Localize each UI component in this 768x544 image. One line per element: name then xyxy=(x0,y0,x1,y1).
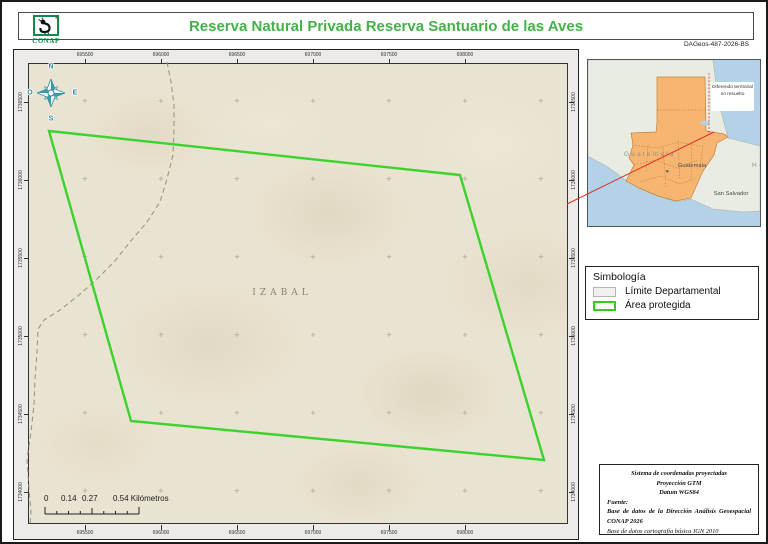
legend: Simbología Límite Departamental Área pro… xyxy=(585,266,759,320)
info-coord-system: Sistema de coordenadas proyectadas xyxy=(630,470,728,477)
scale-014: 0.14 xyxy=(61,494,77,503)
compass-rose-icon: N E S O xyxy=(27,62,78,124)
scale-027: 0.27 xyxy=(82,494,98,503)
compass-north-label: N xyxy=(48,63,54,71)
lake-izabal xyxy=(700,120,710,126)
scale-054: 0.54 Kilómetros xyxy=(113,494,169,503)
legend-swatch-protected-icon xyxy=(593,300,616,311)
registered-mark: ® xyxy=(55,15,58,20)
doc-code: DAGeos-487-2026-BS xyxy=(683,41,749,48)
quetzal-icon: ® xyxy=(33,15,59,36)
inset-san-salvador-label: San Salvador xyxy=(714,191,749,197)
compass-west-label: O xyxy=(27,89,33,97)
scale-0: 0 xyxy=(44,494,49,503)
map-sheet: ® CONAP Reserva Natural Privada Reserva … xyxy=(0,0,768,544)
legend-title: Simbología xyxy=(593,271,646,283)
inset-honduras-label: Ho xyxy=(752,162,760,169)
info-source-line1: Base de datos de la Dirección Análisis G… xyxy=(607,508,751,516)
conap-logo: ® CONAP xyxy=(24,15,68,45)
logo-label: CONAP xyxy=(32,37,60,45)
info-source-line2: CONAP 2026 xyxy=(607,518,643,526)
legend-item-protected-area: Área protegida xyxy=(593,300,751,311)
legend-item-departmental: Límite Departamental xyxy=(593,286,751,297)
inset-city-label: Guatemala xyxy=(678,163,707,169)
info-projection: Proyección GTM xyxy=(656,479,702,487)
info-datum: Datum WGS84 xyxy=(659,489,699,497)
territorial-dispute-note: Diferendo territorial no resuelto xyxy=(711,82,754,111)
header: ® CONAP Reserva Natural Privada Reserva … xyxy=(18,12,754,45)
compass-south-label: S xyxy=(48,115,54,123)
info-source-line3: Base de datos cartografía básica IGN 201… xyxy=(607,527,719,535)
capital-city-dot xyxy=(666,170,669,173)
info-source-heading: Fuente: xyxy=(607,498,628,506)
compass-east-label: E xyxy=(72,89,78,97)
inset-country-label: Guatemala xyxy=(624,151,676,158)
page-title: Reserva Natural Privada Reserva Santuari… xyxy=(188,17,584,35)
region-label: IZABAL xyxy=(252,288,312,298)
info-box: Sistema de coordenadas proyectadas Proye… xyxy=(599,464,759,535)
legend-swatch-departmental-icon xyxy=(593,286,616,297)
